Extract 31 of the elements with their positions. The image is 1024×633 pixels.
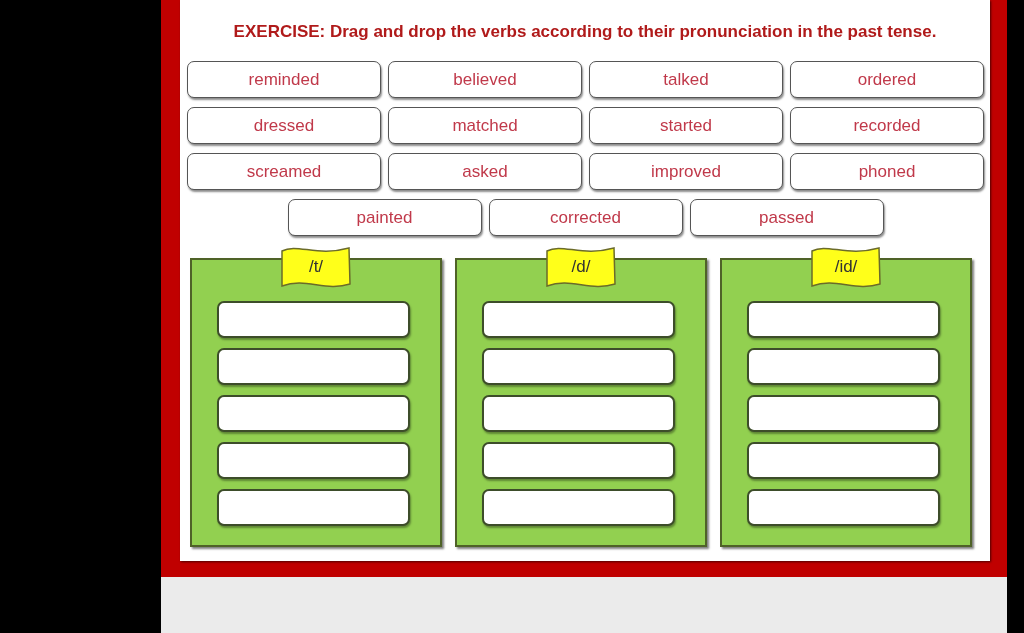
word-tile[interactable]: recorded	[790, 107, 984, 144]
answer-box[interactable]	[217, 348, 410, 385]
answer-box[interactable]	[217, 489, 410, 526]
word-tile[interactable]: reminded	[187, 61, 381, 98]
word-tile[interactable]: matched	[388, 107, 582, 144]
answer-box[interactable]	[747, 395, 940, 432]
word-tile[interactable]: screamed	[187, 153, 381, 190]
word-tile[interactable]: improved	[589, 153, 783, 190]
answer-box[interactable]	[217, 395, 410, 432]
word-tile[interactable]: talked	[589, 61, 783, 98]
word-tile[interactable]: dressed	[187, 107, 381, 144]
answer-box[interactable]	[747, 348, 940, 385]
word-tile[interactable]: ordered	[790, 61, 984, 98]
answer-box[interactable]	[217, 301, 410, 338]
word-tile[interactable]: phoned	[790, 153, 984, 190]
answer-box[interactable]	[482, 489, 675, 526]
answer-box[interactable]	[747, 301, 940, 338]
word-tile[interactable]: painted	[287, 199, 482, 236]
answer-box[interactable]	[747, 489, 940, 526]
word-tile[interactable]: believed	[388, 61, 582, 98]
answer-box[interactable]	[482, 395, 675, 432]
answer-box[interactable]	[482, 348, 675, 385]
exercise-instruction: EXERCISE: Drag and drop the verbs according to their pronunciation in the past tense.	[232, 22, 938, 42]
answer-box[interactable]	[482, 301, 675, 338]
answer-box[interactable]	[482, 442, 675, 479]
word-tile[interactable]: asked	[388, 153, 582, 190]
answer-box[interactable]	[747, 442, 940, 479]
answer-box[interactable]	[217, 442, 410, 479]
word-tile[interactable]: corrected	[488, 199, 683, 236]
word-tile[interactable]: passed	[689, 199, 884, 236]
word-tile[interactable]: started	[589, 107, 783, 144]
